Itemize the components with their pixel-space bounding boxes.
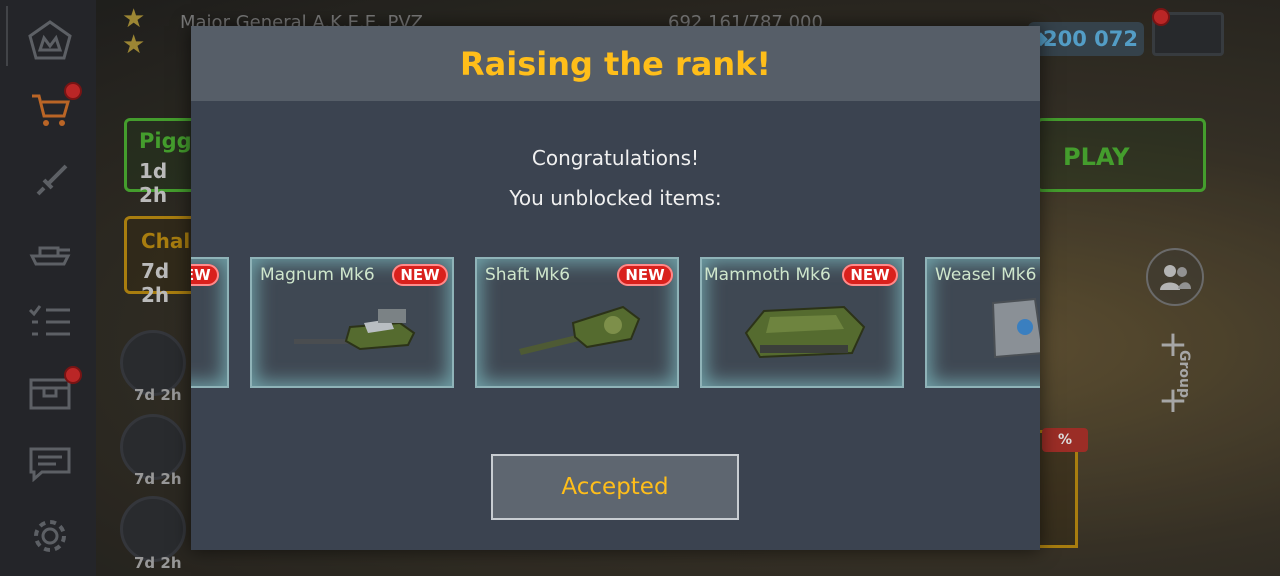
congratulations-text: Congratulations! [531,146,700,170]
unlocked-item-card[interactable]: Weasel Mk6 [925,257,1040,388]
item-name: Mammoth Mk6 [704,265,831,285]
unlocked-item-card[interactable]: Mammoth Mk6 NEW [700,257,904,388]
unlocked-item-card[interactable]: Shaft Mk6 NEW [475,257,679,388]
dialog-title: Raising the rank! [460,44,771,83]
unlocked-item-card[interactable]: NEW [191,257,229,388]
mammoth-hull-icon [744,305,866,359]
unblocked-items-text: You unblocked items: [509,186,722,210]
dialog-header: Raising the rank! [191,26,1040,101]
game-screen: ★ ★ Major General A.K.E.E. PVZ 692 161/78… [0,0,1280,576]
new-badge: NEW [842,264,898,286]
new-badge: NEW [191,264,219,286]
shaft-turret-icon [519,305,641,355]
magnum-turret-icon [294,309,416,351]
item-name: Weasel Mk6 [935,265,1037,285]
new-badge: NEW [392,264,448,286]
unlocked-item-card[interactable]: Magnum Mk6 NEW [250,257,454,388]
weasel-hull-icon [991,297,1040,359]
unlocked-items-carousel[interactable]: NEW Magnum Mk6 NEW Shaft Mk6 NEW [191,256,1040,390]
rank-up-dialog: Raising the rank! Congratulations! You u… [191,26,1040,550]
item-name: Shaft Mk6 [485,265,571,285]
new-badge: NEW [617,264,673,286]
accepted-button[interactable]: Accepted [491,454,739,520]
item-name: Magnum Mk6 [260,265,375,285]
